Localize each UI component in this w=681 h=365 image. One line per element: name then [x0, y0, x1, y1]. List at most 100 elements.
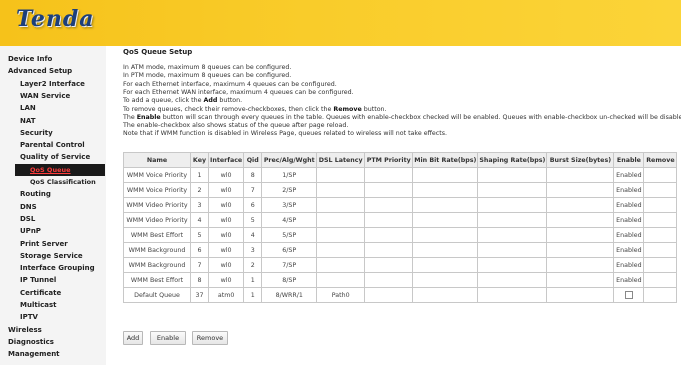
table-cell	[546, 182, 615, 198]
table-cell: 5	[243, 212, 263, 228]
table-cell: WMM Video Priority	[123, 212, 191, 228]
table-cell: 7	[190, 257, 209, 273]
table-cell: WMM Voice Priority	[123, 167, 191, 183]
table-cell	[643, 257, 678, 273]
table-cell	[546, 287, 615, 303]
table-cell: wl0	[207, 167, 245, 183]
table-cell: Enabled	[613, 242, 645, 258]
table-cell	[477, 257, 548, 273]
table-cell	[364, 182, 414, 198]
sidebar-item-device-info[interactable]: Device Info	[8, 53, 52, 65]
sidebar-item-wan-service[interactable]: WAN Service	[20, 90, 70, 102]
info-line: To add a queue, click the Add button.	[123, 97, 243, 105]
sidebar-item-security[interactable]: Security	[20, 127, 53, 139]
sidebar-item-parental-control[interactable]: Parental Control	[20, 139, 85, 151]
table-cell: Enabled	[613, 167, 645, 183]
table-cell	[477, 197, 548, 213]
table-cell: WMM Best Effort	[123, 272, 191, 288]
add-button[interactable]: Add	[123, 331, 143, 345]
sidebar-item-print-server[interactable]: Print Server	[20, 238, 68, 250]
info-line: The Enable button will scan through ever…	[123, 113, 681, 121]
table-cell: Path0	[316, 287, 366, 303]
sidebar-item-dsl[interactable]: DSL	[20, 213, 35, 225]
table-cell: atm0	[207, 287, 245, 303]
table-cell	[546, 242, 615, 258]
table-cell: 4	[190, 212, 209, 228]
table-cell	[316, 227, 366, 243]
sidebar-item-lan[interactable]: LAN	[20, 102, 36, 114]
info-line: In ATM mode, maximum 8 queues can be con…	[123, 64, 292, 71]
main-content: QoS Queue Setup In ATM mode, maximum 8 q…	[106, 46, 681, 365]
table-cell	[643, 197, 678, 213]
table-cell: 7/SP	[261, 257, 318, 273]
column-header: PTM Priority	[364, 152, 414, 168]
sidebar-item-qos-queue[interactable]: QoS Queue	[15, 163, 105, 176]
table-cell	[364, 257, 414, 273]
table-cell	[613, 287, 645, 303]
table-row: Default Queue 37 atm0 1 8/WRR/1 Path0	[123, 287, 678, 303]
table-row: WMM Video Priority 3 wl0 6 3/SP Enabled	[123, 197, 678, 213]
table-cell	[546, 212, 615, 228]
table-cell: 1	[190, 167, 209, 183]
table-cell: 3	[243, 242, 263, 258]
sidebar-item-multicast[interactable]: Multicast	[20, 299, 56, 311]
table-cell	[643, 227, 678, 243]
column-header: Qid	[243, 152, 263, 168]
table-cell	[316, 167, 366, 183]
table-cell: 5	[190, 227, 209, 243]
sidebar-item-iptv[interactable]: IPTV	[20, 311, 38, 323]
table-cell: 7	[243, 182, 263, 198]
column-header: Burst Size(bytes)	[546, 152, 615, 168]
table-cell: 8/SP	[261, 272, 318, 288]
table-row: WMM Video Priority 4 wl0 5 4/SP Enabled	[123, 212, 678, 228]
table-cell	[316, 182, 366, 198]
table-cell: WMM Best Effort	[123, 227, 191, 243]
table-cell: 4	[243, 227, 263, 243]
sidebar-item-diagnostics[interactable]: Diagnostics	[8, 336, 54, 348]
sidebar-item-certificate[interactable]: Certificate	[20, 287, 61, 299]
enable-button[interactable]: Enable	[150, 331, 186, 345]
table-cell: wl0	[207, 182, 245, 198]
table-cell	[412, 182, 479, 198]
sidebar-item-storage-service[interactable]: Storage Service	[20, 250, 83, 262]
sidebar-item-interface-grouping[interactable]: Interface Grouping	[20, 262, 95, 274]
table-cell: 1	[243, 287, 263, 303]
info-line: To remove queues, check their remove-che…	[123, 105, 387, 113]
sidebar-item-nat[interactable]: NAT	[20, 115, 36, 127]
tenda-logo: Tenda	[16, 6, 95, 32]
table-cell	[316, 242, 366, 258]
sidebar-item-layer2-interface[interactable]: Layer2 Interface	[20, 78, 85, 90]
table-row: WMM Voice Priority 1 wl0 8 1/SP Enabled	[123, 167, 678, 183]
table-cell	[643, 212, 678, 228]
table-cell: 2/SP	[261, 182, 318, 198]
table-cell: Enabled	[613, 227, 645, 243]
column-header: Name	[123, 152, 191, 168]
table-cell: 8	[243, 167, 263, 183]
table-cell: 3	[190, 197, 209, 213]
sidebar-item-routing[interactable]: Routing	[20, 188, 51, 200]
page-title: QoS Queue Setup	[123, 48, 193, 56]
table-cell: 6/SP	[261, 242, 318, 258]
info-line: For each Ethernet WAN interface, maximum…	[123, 88, 354, 96]
sidebar-item-qos-classification[interactable]: QoS Classification	[30, 176, 96, 188]
sidebar-item-ip-tunnel[interactable]: IP Tunnel	[20, 274, 56, 286]
table-cell	[643, 182, 678, 198]
sidebar-item-upnp[interactable]: UPnP	[20, 225, 41, 237]
column-header: Interface	[207, 152, 245, 168]
enable-checkbox[interactable]	[624, 291, 633, 299]
table-cell: wl0	[207, 272, 245, 288]
sidebar-item-advanced-setup[interactable]: Advanced Setup	[8, 65, 72, 77]
table-cell: WMM Background	[123, 257, 191, 273]
remove-button[interactable]: Remove	[192, 331, 228, 345]
table-cell	[412, 167, 479, 183]
qos-queue-table: Name Key Interface Qid Prec/Alg/Wght DSL Late…	[123, 152, 678, 303]
sidebar-item-quality-of-service[interactable]: Quality of Service	[20, 151, 90, 163]
table-cell	[412, 257, 479, 273]
sidebar-item-dns[interactable]: DNS	[20, 201, 37, 213]
info-line: For each Ethernet interface, maximum 4 q…	[123, 80, 337, 88]
table-row: WMM Best Effort 8 wl0 1 8/SP Enabled	[123, 272, 678, 288]
sidebar-item-wireless[interactable]: Wireless	[8, 324, 42, 336]
table-row: WMM Best Effort 5 wl0 4 5/SP Enabled	[123, 227, 678, 243]
sidebar-item-management[interactable]: Management	[8, 348, 60, 360]
table-cell	[477, 227, 548, 243]
